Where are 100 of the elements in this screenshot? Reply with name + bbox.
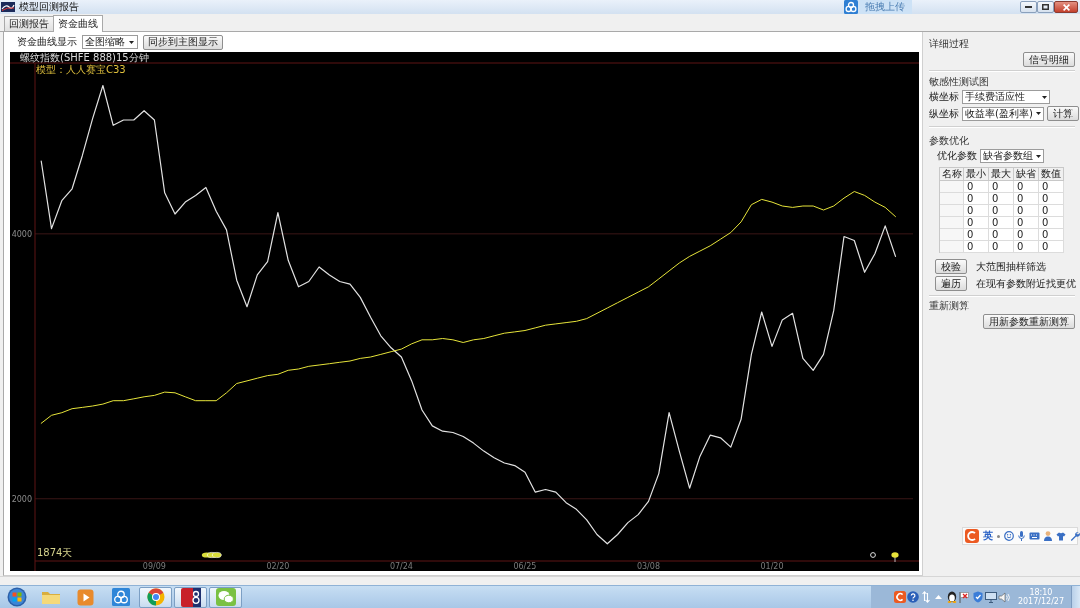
action-description: 大范围抽样筛选 (976, 260, 1046, 273)
speaker-icon[interactable] (997, 591, 1010, 603)
monitor-icon[interactable] (984, 591, 997, 603)
axis-tick-label: 02/20 (266, 562, 290, 571)
table-cell: 0 (1014, 217, 1039, 229)
y-axis-dropdown[interactable]: 收益率(盈利率) (962, 106, 1044, 121)
shirt-icon[interactable] (1056, 531, 1066, 541)
upload-button[interactable]: 拖拽上传 (844, 0, 912, 14)
table-cell (940, 217, 964, 229)
table-cell (940, 181, 964, 193)
minimize-icon (1025, 6, 1032, 8)
app-logo-icon (1, 2, 15, 12)
table-cell: 0 (1039, 229, 1064, 241)
table-cell: 0 (964, 241, 989, 253)
axis-tick-label: 2000 (11, 494, 32, 504)
maximize-button[interactable] (1037, 1, 1054, 13)
model-label: 模型：人人赛宝C33 (36, 64, 126, 75)
table-cell: 0 (989, 181, 1014, 193)
penguin-icon[interactable] (946, 591, 957, 603)
table-header-cell: 数值 (1039, 168, 1064, 181)
table-cell: 0 (1014, 205, 1039, 217)
compute-button[interactable]: 计算 (1046, 106, 1079, 121)
axis-tick-label: 01/20 (760, 562, 784, 571)
x-axis-dropdown[interactable]: 手续费适应性 (962, 90, 1050, 104)
pin-icon (891, 552, 899, 563)
caret-icon (1042, 95, 1047, 99)
table-header-cell: 缺省 (1014, 168, 1039, 181)
section-title: 重新测算 (929, 300, 969, 312)
axis-tick-label: 4000 (11, 229, 32, 239)
recompute-button[interactable]: 用新参数重新测算 (983, 314, 1075, 329)
caret-icon (129, 40, 134, 44)
table-cell: 0 (1014, 229, 1039, 241)
dot-icon (997, 534, 1000, 538)
axis-tick-label: 09/09 (142, 562, 166, 571)
instrument-label: 螺纹指数(SHFE 888)15分钟 (20, 52, 149, 63)
table-cell: 0 (1014, 193, 1039, 205)
table-cell: 0 (1039, 181, 1064, 193)
tab[interactable]: 资金曲线 (53, 15, 103, 32)
action-button[interactable]: 校验 (935, 259, 967, 274)
section-title: 敏感性测试图 (929, 76, 989, 88)
table-cell: 0 (964, 193, 989, 205)
folder-icon (40, 589, 61, 605)
table-cell (940, 205, 964, 217)
table-cell: 0 (989, 241, 1014, 253)
flag-icon[interactable] (959, 591, 971, 603)
wrench-icon[interactable] (1070, 531, 1080, 541)
action-button[interactable]: 遍历 (935, 276, 967, 291)
axis-tick-label: 06/25 (513, 562, 537, 571)
caret-icon (1035, 112, 1041, 115)
axis-label: 纵坐标 (929, 107, 959, 120)
section-title: 参数优化 (929, 135, 969, 147)
rings-icon (844, 0, 858, 14)
tab[interactable]: 回测报告 (4, 16, 54, 31)
display-mode-dropdown[interactable]: 全图缩略 (82, 35, 138, 49)
table-cell: 0 (989, 217, 1014, 229)
axis-tick-label: 03/08 (636, 562, 660, 571)
table-header-cell: 名称 (940, 168, 964, 181)
signal-detail-button[interactable]: 信号明细 (1023, 52, 1075, 67)
table-cell: 0 (964, 205, 989, 217)
table-cell: 0 (989, 205, 1014, 217)
axis-label: 横坐标 (929, 91, 959, 103)
marker-icon (201, 552, 222, 558)
table-cell: 0 (1039, 193, 1064, 205)
keyboard-icon[interactable] (1029, 532, 1040, 540)
sync-button[interactable]: 同步到主图显示 (143, 34, 223, 50)
table-cell: 0 (964, 181, 989, 193)
table-cell: 0 (1039, 217, 1064, 229)
emoji-icon[interactable] (1004, 531, 1014, 541)
table-cell (940, 193, 964, 205)
person-icon[interactable] (1044, 531, 1052, 541)
ring-icon (870, 552, 876, 558)
microphone-icon[interactable] (1018, 531, 1025, 541)
rings-icon (111, 588, 130, 606)
arc-icon[interactable] (965, 529, 979, 543)
chat-bubbles-icon (215, 588, 236, 606)
minimize-button[interactable] (1020, 1, 1037, 13)
table-cell: 0 (964, 229, 989, 241)
table-cell: 0 (1039, 205, 1064, 217)
table-cell: 0 (1014, 181, 1039, 193)
shield-icon[interactable] (972, 591, 983, 603)
duration-label: 1874天 (37, 547, 73, 558)
axis-tick-label: 07/24 (389, 562, 413, 571)
arc-icon[interactable] (893, 591, 906, 603)
table-cell (940, 241, 964, 253)
close-icon (1062, 3, 1070, 11)
table-cell: 0 (964, 217, 989, 229)
close-button[interactable] (1054, 1, 1078, 13)
table-header-cell: 最小 (964, 168, 989, 181)
segmented-circle-icon (146, 588, 165, 606)
windows-orb-icon (7, 587, 27, 607)
section-title: 详细过程 (929, 38, 969, 50)
input-mode-button[interactable]: 英 (983, 530, 993, 542)
taskbar-app-button[interactable] (174, 586, 207, 608)
display-label: 资金曲线显示 (17, 36, 77, 48)
action-description: 在现有参数附近找更优 (976, 277, 1076, 290)
help-icon[interactable] (906, 591, 919, 603)
maximize-icon (1042, 4, 1049, 10)
window-title: 模型回测报告 (19, 1, 79, 13)
caret-icon (1036, 154, 1041, 158)
parameter-set-dropdown[interactable]: 缺省参数组 (980, 149, 1044, 163)
